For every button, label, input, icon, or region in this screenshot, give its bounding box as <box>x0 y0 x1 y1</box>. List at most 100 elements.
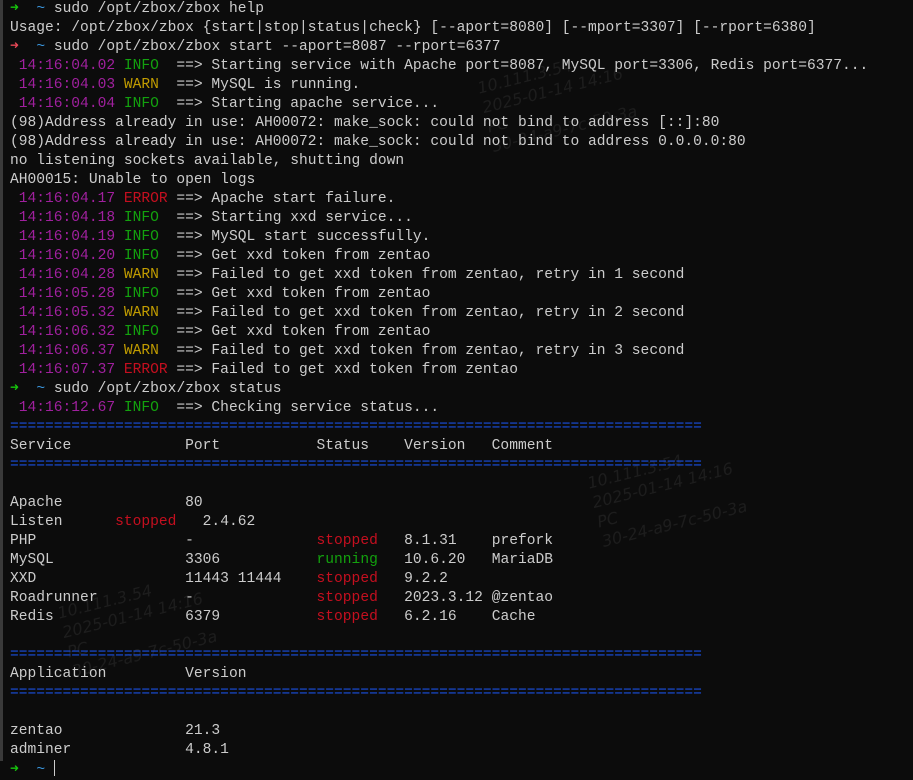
prompt-cwd: ~ <box>36 1 46 17</box>
terminal-line: 14:16:04.20 INFO ==> Get xxd token from … <box>10 247 868 266</box>
terminal-text: ==> Starting apache service... <box>167 96 440 112</box>
prompt-arrow-icon: ➜ <box>10 381 19 397</box>
separator: ========================================… <box>10 419 702 435</box>
log-timestamp: 14:16:04.20 <box>10 248 116 264</box>
terminal-text: Service Port Status Version Comment <box>10 438 553 454</box>
terminal-line: 14:16:04.02 INFO ==> Starting service wi… <box>10 57 869 76</box>
log-timestamp: 14:16:04.02 <box>10 58 116 74</box>
log-timestamp: 14:16:12.67 <box>10 400 116 416</box>
terminal-line: 14:16:06.32 INFO ==> Get xxd token from … <box>10 323 868 342</box>
log-level-warn: WARN <box>115 305 168 321</box>
terminal-output[interactable]: ➜ ~ sudo /opt/zbox/zbox help Usage: /opt/… <box>10 0 868 779</box>
terminal-line: Application Version <box>10 665 868 684</box>
terminal-text: Apache 80 <box>10 495 203 511</box>
terminal-line: 14:16:04.28 WARN ==> Failed to get xxd t… <box>10 266 868 285</box>
terminal-text: PHP - <box>10 533 317 549</box>
prompt-arrow-icon: ➜ <box>10 762 19 778</box>
log-timestamp: 14:16:05.32 <box>10 305 116 321</box>
terminal-line: 14:16:05.32 WARN ==> Failed to get xxd t… <box>10 304 868 323</box>
log-timestamp: 14:16:04.19 <box>10 229 116 245</box>
terminal-text: ==> MySQL is running. <box>167 77 361 93</box>
prompt-cwd: ~ <box>36 381 46 397</box>
terminal-line: ========================================… <box>10 646 868 665</box>
terminal-text: 9.2.2 <box>377 571 448 587</box>
terminal-line: no listening sockets available, shutting… <box>10 152 868 171</box>
log-level-warn: WARN <box>115 77 168 93</box>
terminal-line: (98)Address already in use: AH00072: mak… <box>10 114 868 133</box>
log-timestamp: 14:16:05.28 <box>10 286 116 302</box>
terminal-text: ==> Apache start failure. <box>167 191 396 207</box>
terminal-text: Listen <box>10 514 116 530</box>
terminal-line: zentao 21.3 <box>10 722 868 741</box>
log-level-error: ERROR <box>115 191 168 207</box>
terminal-text: MySQL 3306 <box>10 552 317 568</box>
status-stopped: stopped <box>316 533 378 549</box>
terminal-text: ==> Failed to get xxd token from zentao,… <box>167 305 685 321</box>
terminal-line: ========================================… <box>10 684 868 703</box>
terminal-line: ➜ ~ sudo /opt/zbox/zbox start --aport=80… <box>10 38 868 57</box>
log-level-error: ERROR <box>115 362 168 378</box>
status-stopped: stopped <box>115 514 177 530</box>
terminal-text: ==> Get xxd token from zentao <box>167 248 431 264</box>
terminal-line: PHP - stopped 8.1.31 prefork <box>10 532 868 551</box>
separator: ========================================… <box>10 685 702 701</box>
terminal-line: ========================================… <box>10 418 868 437</box>
terminal-line: 14:16:04.03 WARN ==> MySQL is running. <box>10 76 868 95</box>
terminal-text: ==> Get xxd token from zentao <box>167 286 431 302</box>
terminal-line: Listen stopped 2.4.62 <box>10 513 868 532</box>
terminal-text: ==> Get xxd token from zentao <box>167 324 431 340</box>
terminal-line: 14:16:04.17 ERROR ==> Apache start failu… <box>10 190 868 209</box>
terminal-text: ==> Failed to get xxd token from zentao,… <box>167 267 685 283</box>
terminal-text: Roadrunner - <box>10 590 317 606</box>
terminal-text: adminer 4.8.1 <box>10 742 229 758</box>
terminal-line: ➜ ~ sudo /opt/zbox/zbox help <box>10 0 868 19</box>
terminal-line: adminer 4.8.1 <box>10 741 868 760</box>
terminal-text: zentao 21.3 <box>10 723 221 739</box>
terminal-text: 8.1.31 prefork <box>377 533 553 549</box>
log-level-info: INFO <box>115 286 168 302</box>
terminal-text: 10.6.20 MariaDB <box>377 552 553 568</box>
terminal-line: Service Port Status Version Comment <box>10 437 868 456</box>
prompt-arrow-error-icon: ➜ <box>10 39 19 55</box>
terminal-line: 14:16:04.18 INFO ==> Starting xxd servic… <box>10 209 868 228</box>
separator: ========================================… <box>10 457 702 473</box>
log-level-info: INFO <box>115 96 168 112</box>
status-running: running <box>316 552 378 568</box>
terminal-text: Usage: /opt/zbox/zbox {start|stop|status… <box>10 20 816 36</box>
terminal-line: ➜ ~ sudo /opt/zbox/zbox status <box>10 380 868 399</box>
terminal-text: ==> Starting xxd service... <box>167 210 413 226</box>
prompt-arrow-icon: ➜ <box>10 1 19 17</box>
terminal-text: Application Version <box>10 666 247 682</box>
terminal-text: sudo /opt/zbox/zbox start --aport=8087 -… <box>45 39 501 55</box>
log-timestamp: 14:16:04.18 <box>10 210 116 226</box>
terminal-line: Roadrunner - stopped 2023.3.12 @zentao <box>10 589 868 608</box>
terminal-line: Apache 80 <box>10 494 868 513</box>
log-timestamp: 14:16:06.32 <box>10 324 116 340</box>
terminal-line: 14:16:04.04 INFO ==> Starting apache ser… <box>10 95 868 114</box>
log-level-info: INFO <box>115 324 168 340</box>
log-timestamp: 14:16:04.17 <box>10 191 116 207</box>
log-level-info: INFO <box>115 400 168 416</box>
terminal-text: (98)Address already in use: AH00072: mak… <box>10 134 746 150</box>
log-level-info: INFO <box>115 229 168 245</box>
terminal-line: 14:16:12.67 INFO ==> Checking service st… <box>10 399 868 418</box>
log-level-warn: WARN <box>115 267 168 283</box>
log-timestamp: 14:16:04.04 <box>10 96 116 112</box>
log-timestamp: 14:16:07.37 <box>10 362 116 378</box>
terminal-line: (98)Address already in use: AH00072: mak… <box>10 133 868 152</box>
terminal-text: (98)Address already in use: AH00072: mak… <box>10 115 720 131</box>
terminal-text: ==> Checking service status... <box>167 400 440 416</box>
terminal-text: 2.4.62 <box>176 514 256 530</box>
log-timestamp: 14:16:04.28 <box>10 267 116 283</box>
terminal-line: MySQL 3306 running 10.6.20 MariaDB <box>10 551 868 570</box>
terminal-line: Usage: /opt/zbox/zbox {start|stop|status… <box>10 19 868 38</box>
terminal-line: 14:16:06.37 WARN ==> Failed to get xxd t… <box>10 342 868 361</box>
terminal-text: 2023.3.12 @zentao <box>377 590 553 606</box>
terminal-line: 14:16:05.28 INFO ==> Get xxd token from … <box>10 285 868 304</box>
